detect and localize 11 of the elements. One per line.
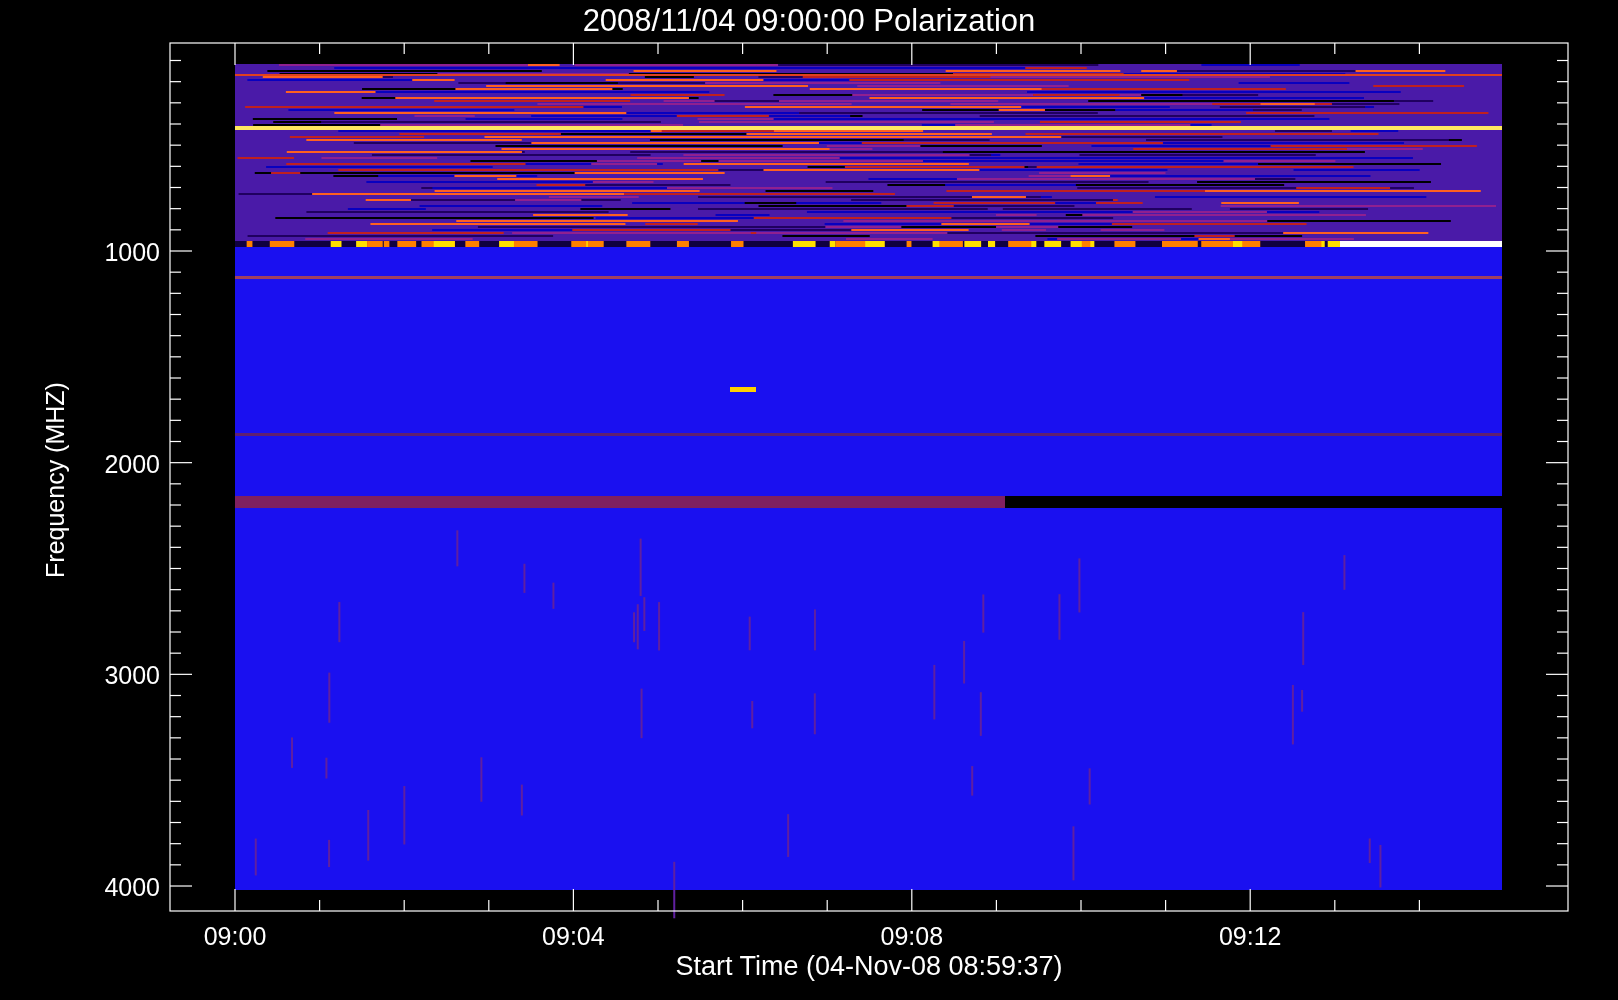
x-tick-label: 09:00: [203, 922, 267, 950]
plot-title: 2008/11/04 09:00:00 Polarization: [582, 3, 1036, 38]
x-tick-label: 09:08: [880, 922, 944, 950]
y-tick-label: 4000: [104, 873, 160, 901]
y-axis-label: Frequency (MHZ): [41, 382, 69, 578]
x-tick-label: 09:04: [542, 922, 605, 950]
y-tick-label: 2000: [104, 449, 160, 478]
x-tick-label: 09:12: [1218, 922, 1282, 950]
y-tick-label: 3000: [104, 661, 160, 690]
x-axis-label: Start Time (04-Nov-08 08:59:37): [675, 951, 1063, 981]
y-tick-label: 1000: [104, 238, 160, 266]
